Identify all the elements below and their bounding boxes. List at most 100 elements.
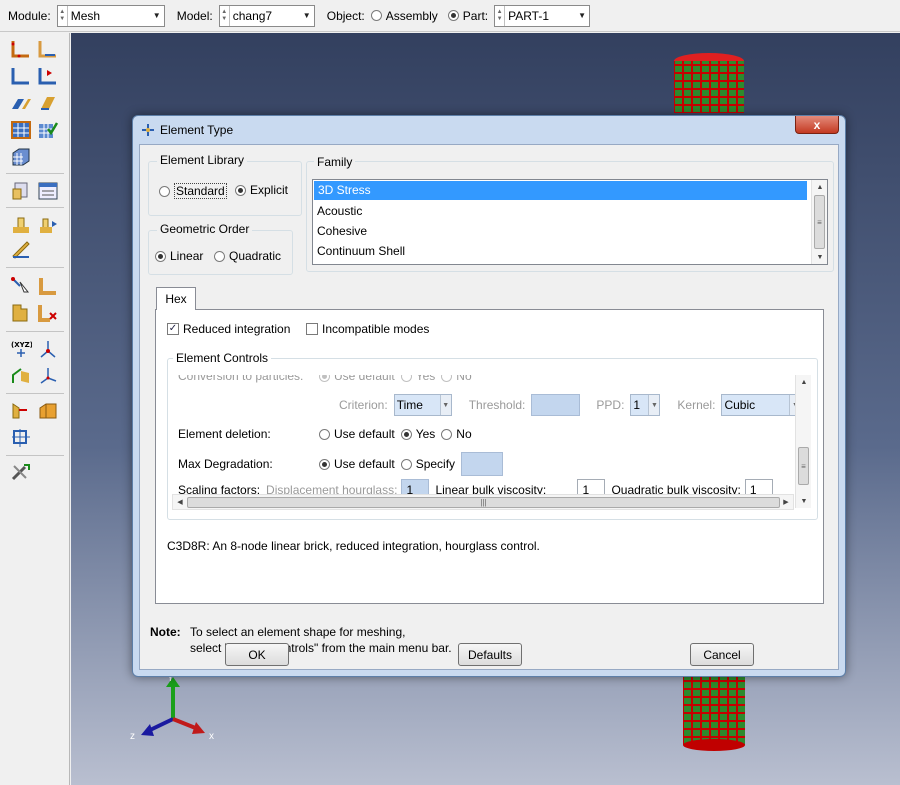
model-label: Model: bbox=[176, 8, 213, 23]
create-element-icon[interactable] bbox=[10, 303, 32, 323]
scroll-thumb[interactable]: ≡ bbox=[814, 195, 825, 249]
reduced-integration-checkbox[interactable]: ✓ Reduced integration bbox=[167, 322, 290, 336]
reduced-integration-label: Reduced integration bbox=[183, 322, 291, 336]
close-icon: x bbox=[813, 117, 821, 132]
scroll-left-icon[interactable]: ◀ bbox=[173, 495, 187, 509]
mesh-region-icon[interactable] bbox=[10, 147, 32, 167]
verify-mesh-icon[interactable] bbox=[37, 120, 59, 140]
seed-edge-icon[interactable] bbox=[37, 39, 59, 59]
scroll-down-icon[interactable]: ▼ bbox=[812, 250, 828, 264]
mesh-controls-icon[interactable] bbox=[10, 93, 32, 113]
dialog-titlebar[interactable]: Element Type x bbox=[133, 116, 845, 144]
coordinate-system-icon[interactable]: (XYZ) bbox=[10, 339, 33, 359]
family-item-cohesive[interactable]: Cohesive bbox=[313, 221, 827, 241]
view-triad bbox=[141, 677, 205, 736]
scroll-thumb[interactable]: ≡ bbox=[798, 447, 809, 485]
module-value: Mesh bbox=[70, 8, 101, 23]
create-node-icon[interactable] bbox=[10, 276, 32, 296]
part-combo[interactable]: ▲ ▼ PART-1 ▼ bbox=[494, 4, 591, 27]
close-button[interactable]: x bbox=[795, 116, 839, 134]
tools-icon[interactable] bbox=[10, 462, 32, 482]
module-label: Module: bbox=[8, 8, 51, 23]
triad-z-label: z bbox=[130, 731, 135, 742]
family-item-3d-stress[interactable]: 3D Stress bbox=[314, 181, 807, 200]
radio-icon bbox=[400, 458, 412, 470]
radio-icon bbox=[447, 10, 459, 21]
scroll-up-icon[interactable]: ▲ bbox=[812, 180, 828, 194]
cancel-button[interactable]: Cancel bbox=[690, 643, 754, 666]
radio-icon bbox=[319, 375, 330, 382]
kernel-dropdown[interactable]: Cubic▼ bbox=[721, 394, 802, 416]
assign-part-icon[interactable] bbox=[10, 400, 32, 420]
module-combo[interactable]: ▲ ▼ Mesh ▼ bbox=[56, 4, 165, 27]
assembly-radio[interactable]: Assembly bbox=[370, 8, 438, 23]
radio-icon bbox=[370, 10, 382, 21]
toolbox-separator bbox=[6, 455, 64, 456]
bias-seed-icon[interactable] bbox=[37, 66, 59, 86]
conversion-default-radio[interactable]: Use default bbox=[319, 375, 395, 383]
assembly-label: Assembly bbox=[385, 8, 438, 23]
family-item-acoustic[interactable]: Acoustic bbox=[313, 201, 827, 221]
edit-stack-icon[interactable] bbox=[37, 215, 59, 235]
scroll-thumb[interactable]: ||| bbox=[187, 497, 780, 508]
dialog-body: Element Library Standard Explicit Geomet… bbox=[139, 144, 839, 670]
assign-stack-icon[interactable] bbox=[10, 215, 32, 235]
checkbox-icon bbox=[306, 323, 318, 335]
degradation-specify-radio[interactable]: Specify bbox=[400, 457, 455, 471]
deletion-default-label: Use default bbox=[334, 427, 395, 441]
ok-button[interactable]: OK bbox=[225, 643, 289, 666]
datum-plane-icon[interactable] bbox=[10, 365, 32, 385]
family-item-continuum-shell[interactable]: Continuum Shell bbox=[313, 241, 827, 261]
edit-mesh-icon[interactable] bbox=[10, 239, 32, 259]
radio-icon bbox=[155, 250, 166, 262]
mesh-part-icon[interactable] bbox=[10, 120, 32, 140]
conversion-no-radio[interactable]: No bbox=[441, 375, 472, 383]
element-controls-vscrollbar[interactable]: ▲ ≡ ▼ bbox=[795, 375, 811, 508]
threshold-input[interactable] bbox=[531, 394, 581, 416]
quadratic-radio[interactable]: Quadratic bbox=[214, 249, 281, 263]
tab-hex[interactable]: Hex bbox=[156, 287, 196, 310]
edit-node-icon[interactable] bbox=[37, 276, 59, 296]
explicit-radio[interactable]: Explicit bbox=[235, 183, 288, 197]
refine-icon[interactable] bbox=[10, 427, 32, 447]
seed-part-icon[interactable] bbox=[10, 39, 32, 59]
spin-icon: ▲ ▼ bbox=[495, 5, 506, 26]
delete-element-icon[interactable] bbox=[37, 303, 59, 323]
family-scrollbar[interactable]: ▲ ≡ ▼ bbox=[811, 180, 827, 264]
criterion-dropdown[interactable]: Time ▼ bbox=[393, 394, 452, 416]
kernel-label: Kernel: bbox=[677, 398, 716, 412]
max-degradation-row: Max Degradation: Use default Specify bbox=[178, 452, 504, 476]
delete-seeds-icon[interactable] bbox=[10, 66, 32, 86]
family-list[interactable]: 3D Stress Acoustic Cohesive Continuum Sh… bbox=[312, 179, 828, 265]
element-library-label: Element Library bbox=[157, 153, 248, 167]
partition-icon[interactable] bbox=[10, 181, 32, 201]
ppd-dropdown[interactable]: 1 ▼ bbox=[630, 394, 661, 416]
model-combo[interactable]: ▲ ▼ chang7 ▼ bbox=[218, 4, 315, 27]
part-label: Part: bbox=[462, 8, 489, 23]
orient-icon[interactable] bbox=[37, 400, 59, 420]
linear-radio[interactable]: Linear bbox=[155, 249, 203, 263]
triad-x-label: x bbox=[209, 731, 214, 742]
deletion-yes-radio[interactable]: Yes bbox=[400, 427, 435, 441]
scroll-down-icon[interactable]: ▼ bbox=[796, 494, 812, 508]
conversion-yes-radio[interactable]: Yes bbox=[400, 375, 435, 383]
element-type-icon[interactable] bbox=[37, 93, 59, 113]
toolbox-separator bbox=[6, 173, 64, 174]
chevron-down-icon: ▼ bbox=[302, 11, 311, 20]
scroll-right-icon[interactable]: ▶ bbox=[779, 495, 793, 509]
deletion-no-radio[interactable]: No bbox=[441, 427, 472, 441]
deletion-default-radio[interactable]: Use default bbox=[319, 427, 395, 441]
datum-csys-icon[interactable] bbox=[37, 365, 59, 385]
query-icon[interactable] bbox=[37, 181, 59, 201]
part-radio[interactable]: Part: bbox=[447, 8, 489, 23]
defaults-button[interactable]: Defaults bbox=[458, 643, 522, 666]
degradation-default-radio[interactable]: Use default bbox=[319, 457, 395, 471]
incompatible-modes-checkbox[interactable]: Incompatible modes bbox=[306, 322, 429, 336]
degradation-specify-input[interactable] bbox=[461, 452, 504, 476]
radio-icon bbox=[400, 375, 412, 382]
toolbox-separator bbox=[6, 267, 64, 268]
standard-radio[interactable]: Standard bbox=[159, 183, 227, 199]
element-controls-hscrollbar[interactable]: ◀ ||| ▶ bbox=[172, 494, 794, 510]
datum-axis-icon[interactable] bbox=[37, 339, 59, 359]
scroll-up-icon[interactable]: ▲ bbox=[796, 375, 812, 389]
